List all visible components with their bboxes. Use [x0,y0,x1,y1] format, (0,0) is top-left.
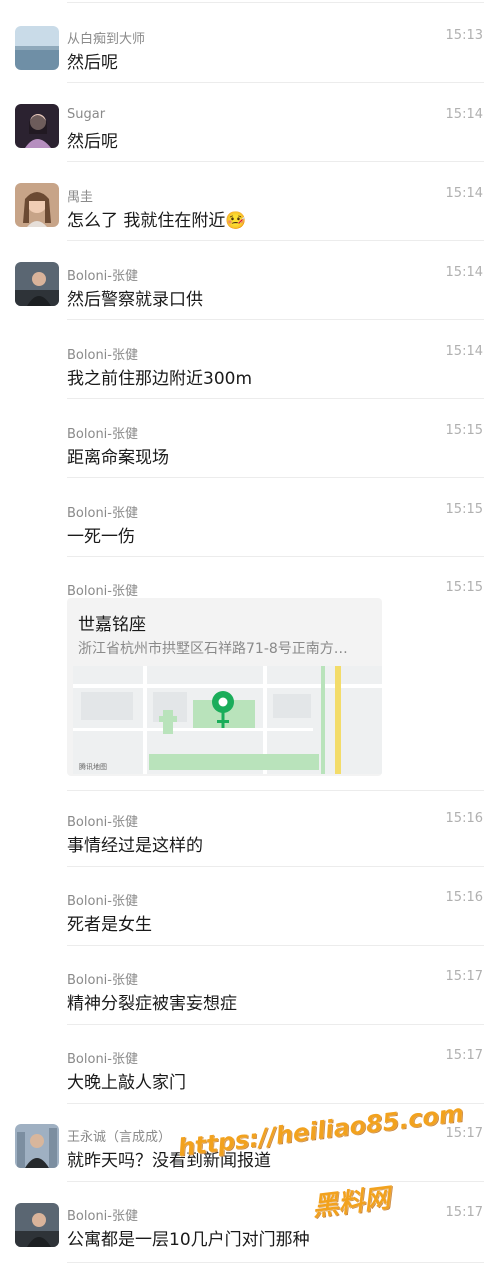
message-time: 15:17 [445,969,483,984]
sender-name: Boloni-张健 [67,1052,138,1067]
message-text[interactable]: 然后呢 [67,48,118,73]
divider [67,1024,484,1025]
divider [67,556,484,557]
divider [67,790,484,791]
message-text[interactable]: 怎么了 我就住在附近🤒 [67,206,247,231]
message-time: 15:15 [445,502,483,517]
sick-face-emoji-icon: 🤒 [225,211,247,231]
sender-name: Boloni-张健 [67,815,138,830]
avatar[interactable] [15,183,59,227]
man-portrait-avatar-image [15,262,59,306]
message-time: 15:17 [445,1048,483,1063]
message-text[interactable]: 死者是女生 [67,910,152,935]
map-credit: 腾讯地图 [79,763,107,771]
message-text[interactable]: 事情经过是这样的 [67,831,203,856]
location-map [73,666,382,774]
divider [67,240,484,241]
divider [67,2,484,3]
divider [67,1181,484,1182]
avatar[interactable] [15,1203,59,1247]
divider [67,1262,484,1263]
man-city-portrait-avatar-image [15,1124,59,1168]
sea-landscape-avatar-image [15,26,59,70]
avatar[interactable] [15,262,59,306]
divider [67,398,484,399]
location-card[interactable]: 世嘉铭座 浙江省杭州市拱墅区石祥路71-8号正南方… 腾讯地图 [67,598,382,776]
sender-name: Boloni-张健 [67,269,138,284]
sender-name: 禺圭 [67,190,94,205]
man-portrait-avatar-image [15,1203,59,1247]
sender-name: Boloni-张健 [67,973,138,988]
message-time: 15:14 [445,344,483,359]
sender-name: Boloni-张健 [67,584,138,599]
message-text[interactable]: 就昨天吗？没看到新闻报道 [67,1146,271,1171]
sender-name: 王永诚（言成成） [67,1130,172,1145]
message-time: 15:14 [445,186,483,201]
message-text[interactable]: 精神分裂症被害妄想症 [67,989,237,1014]
sender-name: Boloni-张健 [67,894,138,909]
sender-name: Boloni-张健 [67,427,138,442]
message-text[interactable]: 然后警察就录口供 [67,285,203,310]
message-time: 15:13 [445,28,483,43]
woman-portrait-avatar-image [15,183,59,227]
divider [67,945,484,946]
divider [67,477,484,478]
message-time: 15:15 [445,423,483,438]
message-time: 15:17 [445,1205,483,1220]
divider [67,1103,484,1104]
avatar[interactable] [15,1124,59,1168]
sender-name: 从白痴到大师 [67,32,146,47]
message-time: 15:14 [445,265,483,280]
divider [67,82,484,83]
sender-name: Boloni-张健 [67,1209,138,1224]
sender-name: Boloni-张健 [67,348,138,363]
message-text[interactable]: 然后呢 [67,127,118,152]
message-time: 15:16 [445,890,483,905]
message-time: 15:15 [445,580,483,595]
message-time: 15:14 [445,107,483,122]
message-time: 15:17 [445,1126,483,1141]
sender-name: Boloni-张健 [67,506,138,521]
girl-portrait-avatar-image [15,104,59,148]
message-text[interactable]: 公寓都是一层10几户门对门那种 [67,1225,310,1250]
chat-message-list[interactable]: 从白痴到大师 15:13 然后呢 Sugar 15:14 然后呢 禺圭 15:1… [0,0,499,1280]
message-text[interactable]: 一死一伤 [67,522,135,547]
avatar[interactable] [15,26,59,70]
message-time: 15:16 [445,811,483,826]
location-address: 浙江省杭州市拱墅区石祥路71-8号正南方… [78,641,348,657]
sender-name: Sugar [67,107,106,122]
message-text[interactable]: 距离命案现场 [67,443,169,468]
avatar[interactable] [15,104,59,148]
message-text-content: 怎么了 我就住在附近 [67,211,226,231]
divider [67,866,484,867]
divider [67,319,484,320]
divider [67,161,484,162]
message-text[interactable]: 我之前住那边附近300m [67,364,252,389]
location-title: 世嘉铭座 [78,615,146,635]
message-text[interactable]: 大晚上敲人家门 [67,1068,186,1093]
